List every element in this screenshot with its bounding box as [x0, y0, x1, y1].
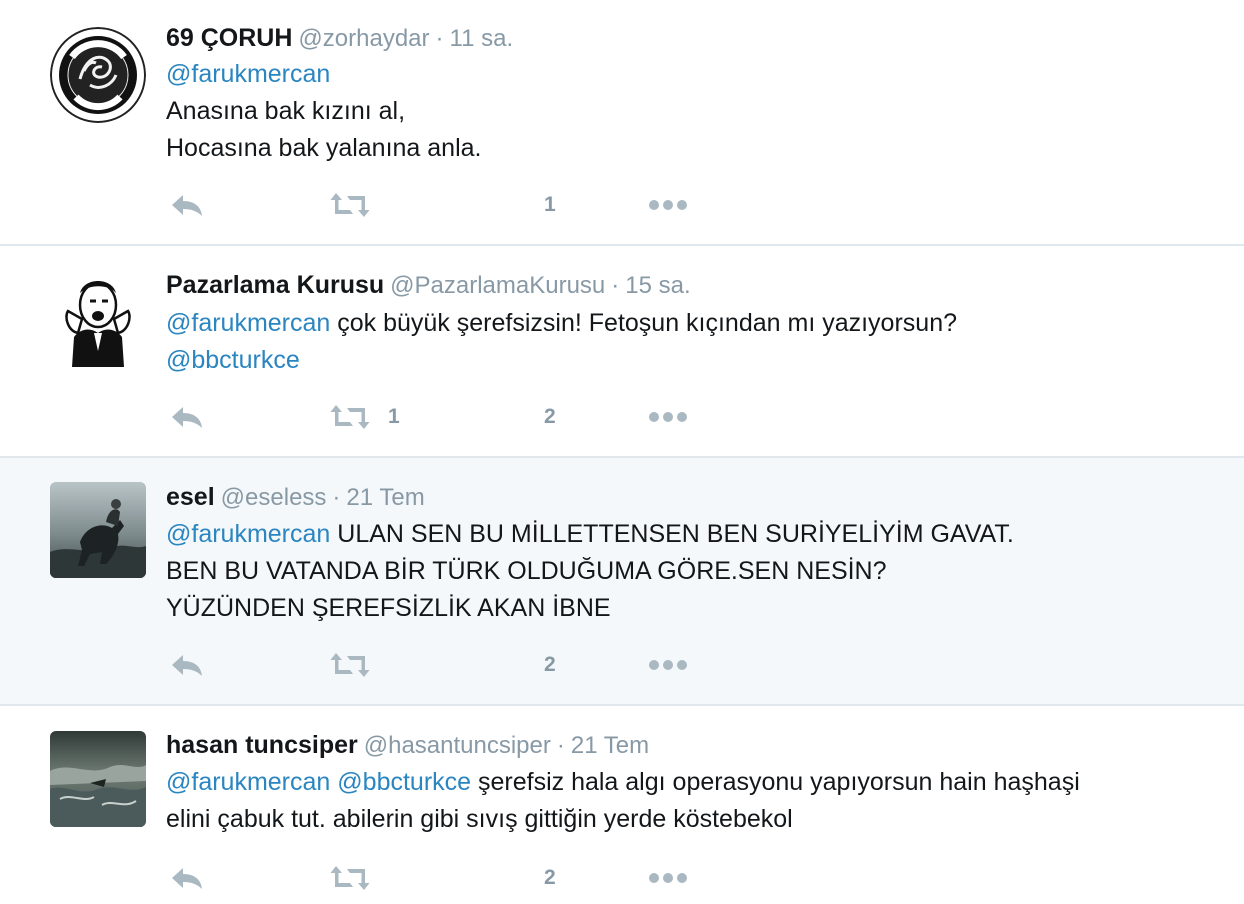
reply-icon — [170, 866, 204, 890]
tweet-text-line: @farukmercan çok büyük şerefsizsin! Feto… — [166, 305, 1206, 342]
more-button[interactable] — [648, 858, 688, 898]
user-name[interactable]: hasan tuncsiper — [166, 731, 358, 759]
tweet-header: Pazarlama Kurusu @PazarlamaKurusu · 15 sa. — [166, 268, 691, 302]
mention-link[interactable]: @bbcturkce — [166, 346, 300, 374]
retweet-icon — [330, 865, 370, 891]
tweet-text-segment: ULAN SEN BU MİLLETTENSEN BEN SURİYELİYİM… — [330, 520, 1014, 548]
tweet-text-segment: çok büyük şerefsizsin! Fetoşun kıçından … — [330, 309, 958, 337]
mention-link[interactable]: @farukmercan — [166, 768, 330, 796]
tweet-text-segment: YÜZÜNDEN ŞEREFSİZLİK AKAN İBNE — [166, 594, 611, 622]
tweet-feed: 69 ÇORUH @zorhaydar · 11 sa. @farukmercan Ana… — [0, 0, 1244, 904]
reply-button[interactable] — [170, 185, 204, 225]
retweet-button[interactable] — [330, 645, 370, 685]
tweet-timestamp[interactable]: 11 sa. — [450, 25, 514, 52]
user-handle[interactable]: @zorhaydar — [298, 25, 429, 52]
retweet-button[interactable]: 1 — [330, 397, 400, 437]
retweet-button[interactable] — [330, 858, 370, 898]
reply-button[interactable] — [170, 645, 204, 685]
more-icon — [648, 199, 688, 211]
tweet-text-line: @bbcturkce — [166, 342, 1206, 379]
tweet-text-line: @farukmercan — [166, 56, 1206, 93]
tweet-text: @farukmercan Anasına bak kızını al, Hocası… — [166, 56, 1206, 167]
tweet-text-segment: Hocasına bak yalanına anla. — [166, 134, 482, 162]
tweet-text-line: BEN BU VATANDA BİR TÜRK OLDUĞUMA GÖRE.SE… — [166, 553, 1206, 590]
more-button[interactable] — [648, 185, 688, 225]
mention-link[interactable]: @farukmercan — [166, 520, 330, 548]
tweet-text-line: @farukmercan @bbcturkce şerefsiz hala al… — [166, 764, 1206, 801]
tweet-text: @farukmercan @bbcturkce şerefsiz hala al… — [166, 764, 1206, 838]
like-button[interactable]: 1 — [494, 185, 556, 225]
avatar[interactable] — [50, 482, 146, 578]
like-icon — [494, 191, 526, 219]
mention-link[interactable]: @farukmercan — [166, 309, 330, 337]
like-count: 2 — [544, 405, 556, 428]
osmanli-torunu-seal-icon — [50, 27, 146, 123]
tweet-timestamp[interactable]: 21 Tem — [346, 484, 424, 511]
like-button[interactable]: 2 — [494, 858, 556, 898]
meta-separator: · — [556, 732, 565, 759]
tweet-text-line: elini çabuk tut. abilerin gibi sıvış git… — [166, 801, 1206, 838]
tweet-text-segment: şerefsiz hala algı operasyonu yapıyorsun… — [471, 768, 1080, 796]
tweet-text-line: YÜZÜNDEN ŞEREFSİZLİK AKAN İBNE — [166, 590, 1206, 627]
tweet-actions: 2 — [166, 645, 726, 685]
meta-separator: · — [611, 272, 620, 299]
tweet-header: 69 ÇORUH @zorhaydar · 11 sa. — [166, 21, 513, 55]
more-icon — [648, 872, 688, 884]
reply-icon — [170, 653, 204, 677]
user-handle[interactable]: @PazarlamaKurusu — [390, 272, 605, 299]
stormy-sea-photo-icon — [50, 731, 146, 827]
more-button[interactable] — [648, 397, 688, 437]
tweet-text-line: Hocasına bak yalanına anla. — [166, 130, 1206, 167]
horseman-photo-icon — [50, 482, 146, 578]
user-handle[interactable]: @hasantuncsiper — [364, 732, 551, 759]
like-button[interactable]: 2 — [494, 645, 556, 685]
reply-icon — [170, 193, 204, 217]
like-icon — [494, 864, 526, 892]
tweet-text-segment: elini çabuk tut. abilerin gibi sıvış git… — [166, 805, 793, 833]
tweet-text-segment: BEN BU VATANDA BİR TÜRK OLDUĞUMA GÖRE.SE… — [166, 557, 887, 585]
user-name[interactable]: 69 ÇORUH — [166, 24, 292, 52]
mention-link[interactable]: @farukmercan — [166, 60, 330, 88]
like-count: 2 — [544, 866, 556, 889]
reply-button[interactable] — [170, 858, 204, 898]
tweet-timestamp[interactable]: 21 Tem — [571, 732, 649, 759]
tweet-actions: 12 — [166, 397, 726, 437]
tweet-header: esel @eseless · 21 Tem — [166, 480, 425, 514]
tweet-text-segment: Anasına bak kızını al, — [166, 97, 406, 125]
user-name[interactable]: esel — [166, 483, 215, 511]
retweet-icon — [330, 192, 370, 218]
retweet-button[interactable] — [330, 185, 370, 225]
user-handle[interactable]: @eseless — [221, 484, 327, 511]
like-count: 1 — [544, 193, 556, 216]
like-button[interactable]: 2 — [494, 397, 556, 437]
tweet-header: hasan tuncsiper @hasantuncsiper · 21 Tem — [166, 728, 649, 762]
meta-separator: · — [435, 25, 444, 52]
like-icon — [494, 651, 526, 679]
tweet-text: @farukmercan ULAN SEN BU MİLLETTENSEN BE… — [166, 516, 1206, 627]
user-name[interactable]: Pazarlama Kurusu — [166, 271, 384, 299]
tweet-text-line: @farukmercan ULAN SEN BU MİLLETTENSEN BE… — [166, 516, 1206, 553]
avatar[interactable] — [50, 27, 146, 123]
tweet-actions: 2 — [166, 858, 726, 898]
avatar[interactable] — [50, 731, 146, 827]
more-icon — [648, 411, 688, 423]
retweet-icon — [330, 652, 370, 678]
reply-button[interactable] — [170, 397, 204, 437]
tweet-text-line: Anasına bak kızını al, — [166, 93, 1206, 130]
mention-link[interactable]: @bbcturkce — [337, 768, 471, 796]
shouting-man-sketch-icon — [50, 271, 146, 367]
more-icon — [648, 659, 688, 671]
like-count: 2 — [544, 653, 556, 676]
reply-icon — [170, 405, 204, 429]
meta-separator: · — [332, 484, 341, 511]
tweet-text: @farukmercan çok büyük şerefsizsin! Feto… — [166, 305, 1206, 379]
retweet-count: 1 — [388, 405, 400, 428]
retweet-icon — [330, 404, 370, 430]
avatar[interactable] — [50, 271, 146, 367]
tweet-timestamp[interactable]: 15 sa. — [625, 272, 690, 299]
like-icon — [494, 403, 526, 431]
more-button[interactable] — [648, 645, 688, 685]
tweet-actions: 1 — [166, 185, 726, 225]
